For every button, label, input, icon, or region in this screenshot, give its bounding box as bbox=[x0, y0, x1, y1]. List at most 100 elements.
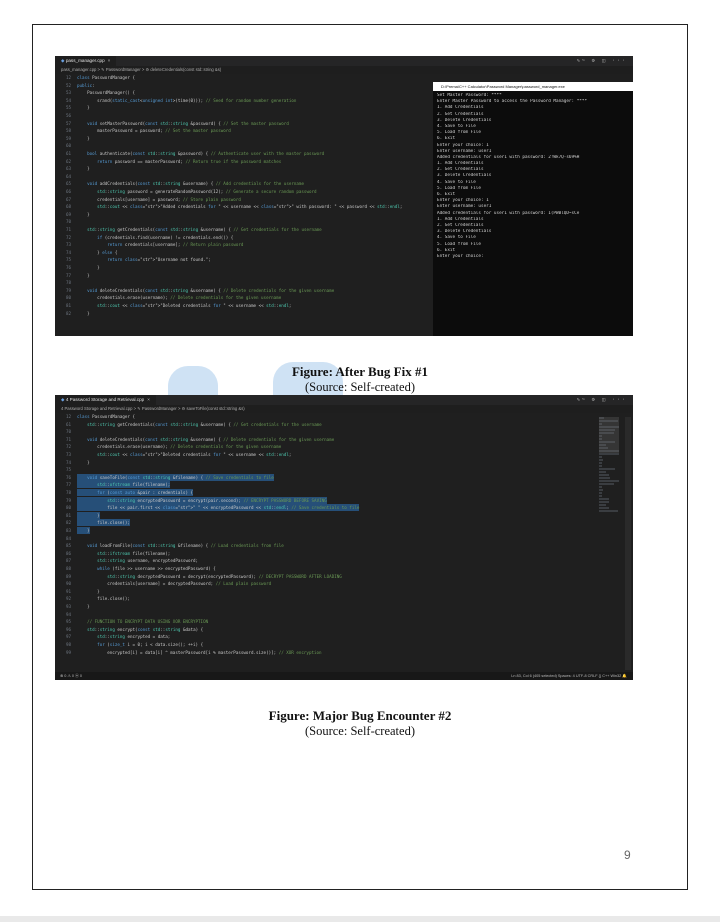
code-line[interactable]: 70 bbox=[55, 218, 385, 225]
line-number: 58 bbox=[65, 128, 71, 134]
code-line[interactable]: 12 class PasswordManager { bbox=[55, 74, 385, 81]
code-line[interactable]: 95 // FUNCTION TO ENCRYPT DATA USING XOR… bbox=[55, 618, 575, 625]
code-line[interactable]: 82 } bbox=[55, 310, 385, 317]
minimap-line bbox=[599, 456, 602, 458]
code-text: return credentials[username]; // Return … bbox=[107, 242, 244, 248]
code-line[interactable]: 79 std::string encryptedPassword = encry… bbox=[55, 496, 575, 504]
code-line[interactable]: 92 file.close(); bbox=[55, 595, 575, 602]
code-line[interactable]: 70 bbox=[55, 428, 575, 435]
line-number: 78 bbox=[65, 490, 71, 495]
code-line[interactable]: 94 bbox=[55, 611, 575, 618]
close-icon[interactable]: × bbox=[147, 397, 150, 402]
line-number: 82 bbox=[65, 310, 71, 316]
code-line[interactable]: 93 } bbox=[55, 603, 575, 610]
code-line[interactable]: 75 return class="str">"Username not foun… bbox=[55, 256, 385, 263]
code-editor[interactable]: 12 class PasswordManager {52 public: 53 Pas… bbox=[55, 74, 402, 336]
code-text: return class="str">"Username not found."… bbox=[107, 257, 211, 263]
line-number: 59 bbox=[65, 135, 71, 141]
code-text: void deleteCredentials(const std::string… bbox=[87, 287, 335, 293]
code-line[interactable]: 61 std::string getCredentials(const std:… bbox=[55, 421, 575, 428]
page-bottom-strip bbox=[0, 916, 720, 922]
code-line[interactable]: 52 public: bbox=[55, 82, 385, 89]
code-line[interactable]: 90 credentials[username] = decryptedPass… bbox=[55, 580, 575, 587]
code-line[interactable]: 62 return password == masterPassword; //… bbox=[55, 158, 385, 165]
scrollbar[interactable] bbox=[625, 417, 631, 670]
code-line[interactable]: 60 bbox=[55, 142, 385, 149]
code-line[interactable]: 58 masterPassword = password; // Set the… bbox=[55, 127, 385, 134]
code-line[interactable]: 67 credentials[username] = password; // … bbox=[55, 196, 385, 203]
code-line[interactable]: 85 void loadFromFile(const std::string &… bbox=[55, 542, 575, 549]
code-text: for (const auto &pair : credentials) { bbox=[77, 489, 194, 496]
code-line[interactable]: 68 std::cout << class="str">"Added crede… bbox=[55, 203, 402, 210]
editor-tab[interactable]: ◆ pass_manager.cpp × bbox=[55, 56, 117, 66]
code-text: void setMasterPassword(const std::string… bbox=[87, 120, 289, 126]
minimap-viewport[interactable] bbox=[599, 417, 619, 453]
code-line[interactable]: 55 } bbox=[55, 104, 385, 111]
code-line[interactable]: 74 } bbox=[55, 459, 575, 466]
terminal-title: D:\Prema\C++ Calculator\Password Manager… bbox=[433, 82, 633, 91]
code-line[interactable]: 84 bbox=[55, 535, 575, 542]
code-line[interactable]: 71 std::string getCredentials(const std:… bbox=[55, 226, 385, 233]
code-line[interactable]: 97 std::string encrypted = data; bbox=[55, 633, 575, 640]
code-line[interactable]: 99 encrypted[i] = data[i] ^ masterPasswo… bbox=[55, 649, 575, 656]
code-line[interactable]: 98 for (size_t i = 0; i < data.size(); +… bbox=[55, 641, 575, 648]
code-line[interactable]: 12 class PasswordManager { bbox=[55, 413, 575, 420]
code-line[interactable]: 59 } bbox=[55, 135, 385, 142]
code-line[interactable]: 78 bbox=[55, 279, 385, 286]
editor-actions[interactable]: ✎~ ⚙ ◫ ··· bbox=[577, 395, 627, 405]
code-line[interactable]: 78 for (const auto &pair : credentials) … bbox=[55, 489, 575, 496]
line-number: 71 bbox=[65, 227, 71, 232]
minimap-line bbox=[599, 462, 602, 464]
code-editor[interactable]: 12 class PasswordManager {61 std::string … bbox=[55, 413, 575, 680]
code-line[interactable]: 82 file.close(); bbox=[55, 519, 575, 527]
code-text: PasswordManager() { bbox=[77, 90, 135, 96]
code-line[interactable]: 86 std::ifstream file(filename); bbox=[55, 550, 575, 557]
minimap[interactable] bbox=[599, 417, 619, 670]
code-line[interactable]: 53 PasswordManager() { bbox=[55, 89, 385, 96]
code-line[interactable]: 76 } bbox=[55, 264, 385, 271]
problems-indicator[interactable]: ⊗ 0 ⚠ 0 ⓦ 0 bbox=[60, 672, 82, 680]
close-icon[interactable]: × bbox=[108, 58, 111, 63]
code-line[interactable]: 80 credentials.erase(username); // Delet… bbox=[55, 294, 385, 301]
code-line[interactable]: 80 file << pair.first << class="str">" "… bbox=[55, 504, 575, 512]
code-line[interactable]: 72 if (credentials.find(username) != cre… bbox=[55, 234, 385, 241]
caption-source: (Source: Self-created) bbox=[304, 380, 415, 394]
code-line[interactable]: 77 std::ofstream file(filename); bbox=[55, 481, 575, 489]
code-line[interactable]: 83 } bbox=[55, 527, 575, 534]
code-line[interactable]: 57 void setMasterPassword(const std::str… bbox=[55, 120, 385, 127]
code-line[interactable]: 81 std::cout << class="str">"Deleted cre… bbox=[55, 302, 385, 309]
code-line[interactable]: 73 return credentials[username]; // Retu… bbox=[55, 241, 385, 248]
code-line[interactable]: 87 std::string username, encryptedPasswo… bbox=[55, 557, 575, 564]
code-line[interactable]: 72 credentials.erase(username); // Delet… bbox=[55, 443, 575, 450]
code-line[interactable]: 77 } bbox=[55, 272, 385, 279]
code-line[interactable]: 54 srand(static_cast<unsigned int>(time(… bbox=[55, 97, 385, 104]
code-line[interactable]: 64 bbox=[55, 173, 385, 180]
code-text: while (file >> username >> encryptedPass… bbox=[97, 566, 216, 571]
breadcrumb[interactable]: 4 Password Storage and Retrieval.cpp > ✎… bbox=[55, 405, 633, 413]
code-line[interactable]: 75 bbox=[55, 466, 575, 473]
code-line[interactable]: 96 std::string encrypt(const std::string… bbox=[55, 626, 575, 633]
code-text: encrypted[i] = data[i] ^ masterPassword[… bbox=[77, 649, 322, 655]
code-line[interactable]: 74 } else { bbox=[55, 249, 385, 256]
code-line[interactable]: 88 while (file >> username >> encryptedP… bbox=[55, 565, 575, 572]
code-line[interactable]: 65 void addCredentials(const std::string… bbox=[55, 180, 385, 187]
editor-actions[interactable]: ✎~ ⚙ ◫ ··· bbox=[577, 56, 627, 66]
code-line[interactable]: 79 void deleteCredentials(const std::str… bbox=[55, 287, 385, 294]
code-line[interactable]: 91 } bbox=[55, 588, 575, 595]
code-line[interactable]: 63 } bbox=[55, 165, 385, 172]
code-line[interactable]: 89 std::string decryptedPassword = decry… bbox=[55, 573, 575, 580]
breadcrumb[interactable]: pass_manager.cpp > ✎ PasswordManager > ⚙… bbox=[55, 66, 633, 74]
line-number: 81 bbox=[65, 303, 71, 308]
code-text: credentials.erase(username); // Delete c… bbox=[77, 444, 282, 450]
code-line[interactable]: 73 std::cout << class="str">"Deleted cre… bbox=[55, 451, 575, 458]
code-line[interactable]: 61 bool authenticate(const std::string &… bbox=[55, 150, 385, 157]
line-number: 86 bbox=[65, 550, 71, 556]
code-line[interactable]: 66 std::string password = generateRandom… bbox=[55, 188, 385, 195]
editor-tab[interactable]: ◆ 4 Password Storage and Retrieval.cpp × bbox=[55, 395, 156, 405]
code-line[interactable]: 69 } bbox=[55, 211, 385, 218]
code-line[interactable]: 76 void saveToFile(const std::string &fi… bbox=[55, 473, 575, 481]
code-line[interactable]: 81 } bbox=[55, 511, 575, 519]
code-line[interactable]: 71 void deleteCredentials(const std::str… bbox=[55, 436, 575, 443]
code-line[interactable]: 56 bbox=[55, 112, 385, 119]
status-info[interactable]: Ln 83, Col 6 (405 selected) Spaces: 4 UT… bbox=[511, 672, 627, 680]
